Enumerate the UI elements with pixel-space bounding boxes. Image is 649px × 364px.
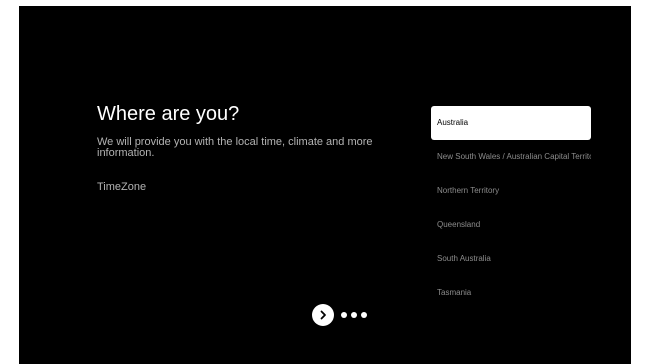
region-item-northern-territory[interactable]: Northern Territory xyxy=(431,174,591,208)
timezone-label: TimeZone xyxy=(97,181,147,193)
next-button[interactable] xyxy=(312,304,334,326)
page-dot xyxy=(361,312,367,318)
page-description: We will provide you with the local time,… xyxy=(97,136,373,159)
page-title: Where are you? xyxy=(97,103,240,125)
setup-screen: Where are you? We will provide you with … xyxy=(19,6,631,364)
chevron-right-icon xyxy=(318,310,328,320)
region-item-australia[interactable]: Australia xyxy=(431,106,591,140)
region-item-south-australia[interactable]: South Australia xyxy=(431,242,591,276)
region-item-queensland[interactable]: Queensland xyxy=(431,208,591,242)
page-dot xyxy=(341,312,347,318)
region-item-new-south-wales[interactable]: New South Wales / Australian Capital Ter… xyxy=(431,140,591,174)
pager xyxy=(312,304,367,326)
region-item-tasmania[interactable]: Tasmania xyxy=(431,276,591,310)
region-list: Australia New South Wales / Australian C… xyxy=(431,106,591,310)
page-dot xyxy=(351,312,357,318)
